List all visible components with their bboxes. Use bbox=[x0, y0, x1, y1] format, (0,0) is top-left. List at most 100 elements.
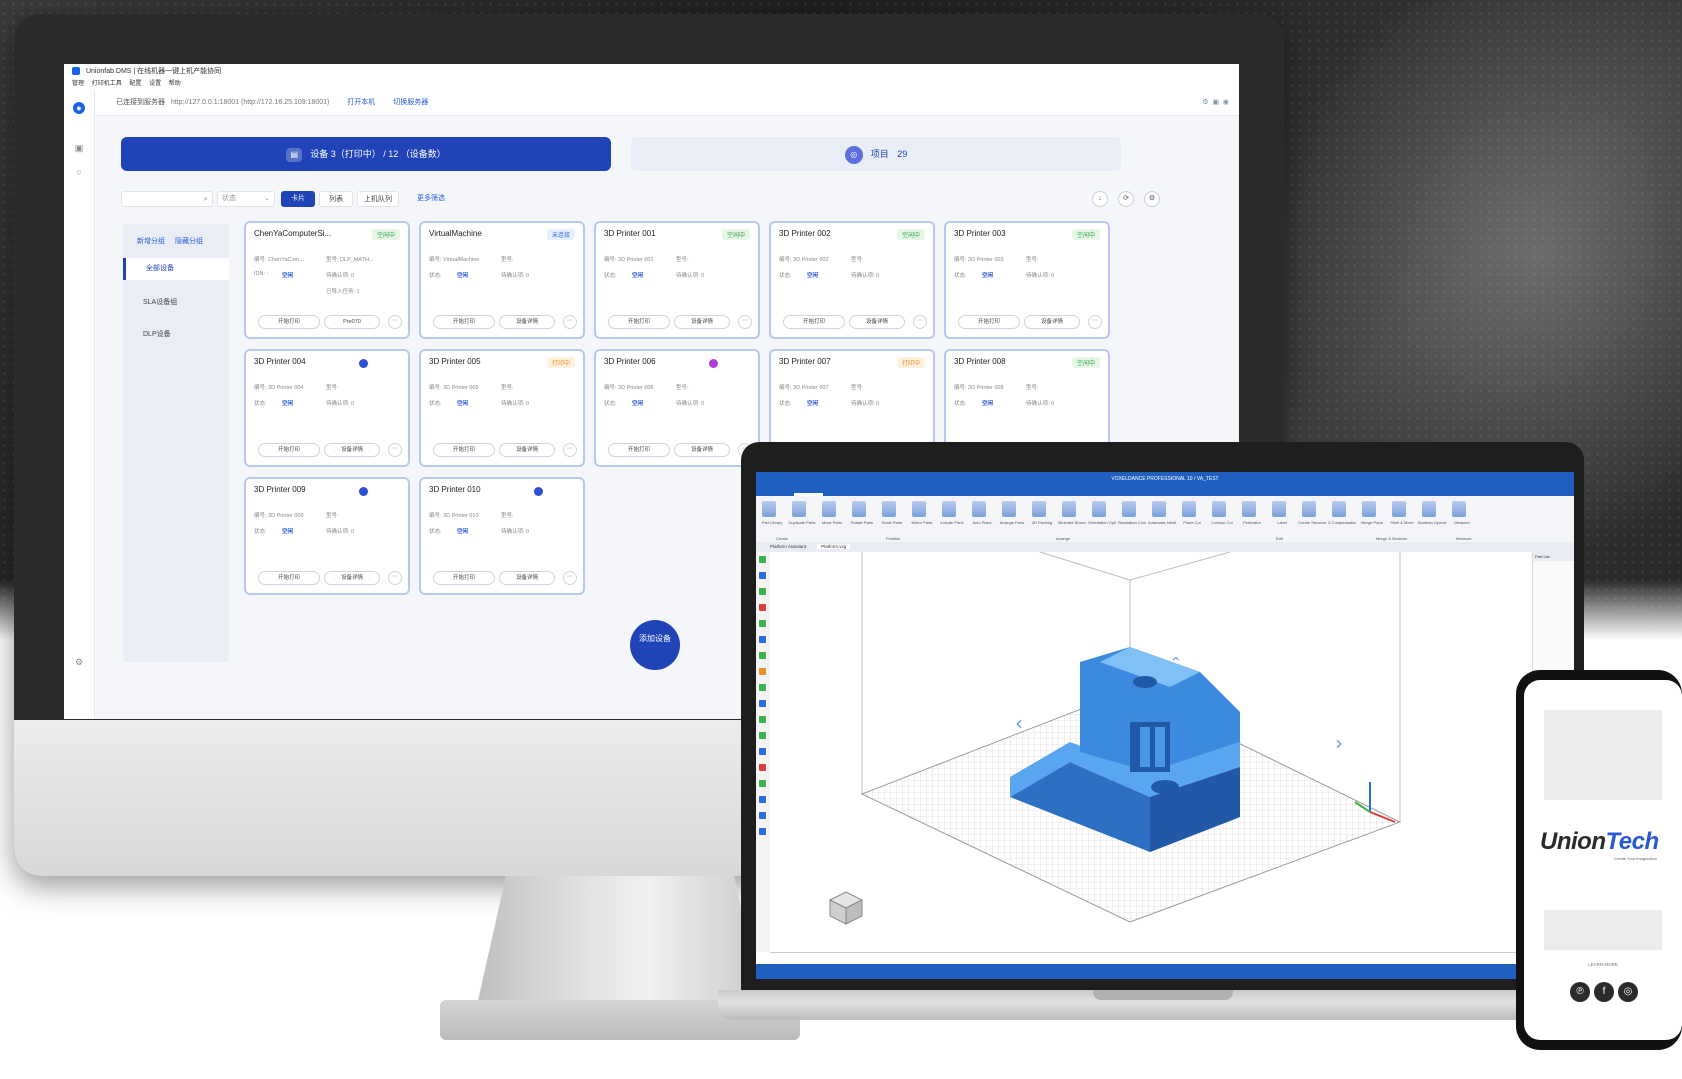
start-print-button[interactable]: 开始打印 bbox=[258, 571, 320, 585]
ribbon-button-icon[interactable] bbox=[1182, 501, 1196, 517]
more-options-icon[interactable]: ⋯ bbox=[1088, 315, 1102, 329]
ribbon-button-icon[interactable] bbox=[882, 501, 896, 517]
ribbon-button-icon[interactable] bbox=[942, 501, 956, 517]
device-detail-button[interactable]: 设备详情 bbox=[499, 571, 555, 585]
view-card-button[interactable]: 卡片 bbox=[281, 191, 315, 207]
start-print-button[interactable]: 开始打印 bbox=[433, 571, 495, 585]
ribbon-button-icon[interactable] bbox=[1392, 501, 1406, 517]
more-options-icon[interactable]: ⋯ bbox=[913, 315, 927, 329]
start-print-button[interactable]: 开始打印 bbox=[783, 315, 845, 329]
hide-group-link[interactable]: 隐藏分组 bbox=[175, 238, 203, 245]
device-detail-button[interactable]: 设备详情 bbox=[1024, 315, 1080, 329]
ribbon-button-icon[interactable] bbox=[1362, 501, 1376, 517]
ribbon-button-icon[interactable] bbox=[822, 501, 836, 517]
status-select[interactable]: 状态 ⌄ bbox=[217, 191, 275, 207]
more-options-icon[interactable]: ⋯ bbox=[563, 571, 577, 585]
online-queue-button[interactable]: 上机队列 bbox=[357, 191, 399, 207]
doc-tab[interactable]: Platform.vxg bbox=[817, 544, 851, 549]
tool-icon[interactable] bbox=[759, 764, 766, 771]
app-home-icon[interactable]: ● bbox=[73, 102, 85, 114]
ribbon-button-icon[interactable] bbox=[1272, 501, 1286, 517]
group-item-dlp[interactable]: DLP设备 bbox=[123, 324, 229, 346]
tool-icon[interactable] bbox=[759, 700, 766, 707]
device-card[interactable]: ChenYaComputerSi... 空闲中 编号: ChenYaCom... 型号… bbox=[244, 221, 410, 339]
learn-more-link[interactable]: LEARN MORE bbox=[1524, 962, 1682, 967]
tool-icon[interactable] bbox=[759, 636, 766, 643]
device-detail-button[interactable]: Pre070 bbox=[324, 315, 380, 329]
view-list-button[interactable]: 列表 bbox=[319, 191, 353, 207]
more-options-icon[interactable]: ⋯ bbox=[738, 315, 752, 329]
start-print-button[interactable]: 开始打印 bbox=[433, 315, 495, 329]
open-local-link[interactable]: 打开本机 bbox=[347, 99, 375, 106]
tab-projects[interactable]: ◎ 项目 29 bbox=[631, 137, 1121, 171]
tool-icon[interactable] bbox=[759, 668, 766, 675]
tool-icon[interactable] bbox=[759, 748, 766, 755]
device-card[interactable]: 3D Printer 004 编号: 3D Printer 004 型号: 状态: 空闲… bbox=[244, 349, 410, 467]
refresh-icon[interactable]: ⟳ bbox=[1118, 191, 1134, 207]
tool-icon[interactable] bbox=[759, 684, 766, 691]
add-group-link[interactable]: 新增分组 bbox=[137, 238, 165, 245]
device-detail-button[interactable]: 设备详情 bbox=[324, 443, 380, 457]
gear-icon[interactable]: ⚙ bbox=[73, 656, 85, 668]
download-icon[interactable]: ↓ bbox=[1092, 191, 1108, 207]
start-print-button[interactable]: 开始打印 bbox=[608, 315, 670, 329]
ribbon-button-icon[interactable] bbox=[852, 501, 866, 517]
device-card[interactable]: 3D Printer 005 打印中 编号: 3D Printer 005 型号: 状态… bbox=[419, 349, 585, 467]
ribbon-button-icon[interactable] bbox=[1152, 501, 1166, 517]
tool-icon[interactable] bbox=[759, 572, 766, 579]
device-detail-button[interactable]: 设备详情 bbox=[499, 315, 555, 329]
settings-circle-icon[interactable]: ⚙ bbox=[1144, 191, 1160, 207]
start-print-button[interactable]: 开始打印 bbox=[608, 443, 670, 457]
ribbon-button-icon[interactable] bbox=[912, 501, 926, 517]
device-detail-button[interactable]: 设备详情 bbox=[324, 571, 380, 585]
facebook-icon[interactable]: f bbox=[1594, 982, 1614, 1002]
device-detail-button[interactable]: 设备详情 bbox=[849, 315, 905, 329]
ribbon-button-icon[interactable] bbox=[762, 501, 776, 517]
switch-server-link[interactable]: 切换服务器 bbox=[393, 99, 428, 106]
ribbon-button-icon[interactable] bbox=[1452, 501, 1466, 517]
tool-icon[interactable] bbox=[759, 652, 766, 659]
more-options-icon[interactable]: ⋯ bbox=[388, 443, 402, 457]
ribbon-button-icon[interactable] bbox=[1422, 501, 1436, 517]
more-options-icon[interactable]: ⋯ bbox=[563, 315, 577, 329]
tool-icon[interactable] bbox=[759, 604, 766, 611]
ribbon-button-icon[interactable] bbox=[1062, 501, 1076, 517]
ribbon-button-icon[interactable] bbox=[1212, 501, 1226, 517]
ribbon-button-icon[interactable] bbox=[792, 501, 806, 517]
instagram-icon[interactable]: ◎ bbox=[1618, 982, 1638, 1002]
device-detail-button[interactable]: 设备详情 bbox=[674, 443, 730, 457]
ribbon-button-icon[interactable] bbox=[1302, 501, 1316, 517]
tool-icon[interactable] bbox=[759, 716, 766, 723]
tool-icon[interactable] bbox=[759, 828, 766, 835]
tool-icon[interactable] bbox=[759, 732, 766, 739]
menu-item[interactable]: 管理 bbox=[72, 81, 84, 87]
group-item-sla[interactable]: SLA设备组 bbox=[123, 292, 229, 314]
device-card[interactable]: 3D Printer 003 空闲中 编号: 3D Printer 003 型号: 状态… bbox=[944, 221, 1110, 339]
ribbon-button-icon[interactable] bbox=[1242, 501, 1256, 517]
menu-item[interactable]: 配置 bbox=[129, 81, 141, 87]
settings-icon[interactable]: ○ bbox=[73, 166, 85, 178]
start-print-button[interactable]: 开始打印 bbox=[433, 443, 495, 457]
group-item-all[interactable]: 全部设备 bbox=[123, 258, 229, 280]
doc-tab[interactable]: Platform Assistant bbox=[770, 544, 806, 549]
top-right-icons[interactable]: ⚙ ▣ ◉ bbox=[1202, 90, 1229, 116]
ribbon-button-icon[interactable] bbox=[1032, 501, 1046, 517]
ribbon-button-icon[interactable] bbox=[1002, 501, 1016, 517]
ribbon-button-icon[interactable] bbox=[1332, 501, 1346, 517]
start-print-button[interactable]: 开始打印 bbox=[258, 443, 320, 457]
tool-icon[interactable] bbox=[759, 556, 766, 563]
add-device-button[interactable]: 添加设备 bbox=[630, 620, 680, 670]
ribbon-button-icon[interactable] bbox=[972, 501, 986, 517]
3d-viewport[interactable]: ‹ › ⌃ bbox=[770, 552, 1532, 952]
device-card[interactable]: 3D Printer 001 空闲中 编号: 3D Printer 001 型号: 状态… bbox=[594, 221, 760, 339]
menu-item[interactable]: 帮助 bbox=[169, 81, 181, 87]
tab-devices[interactable]: ▤ 设备 3（打印中） / 12 （设备数） bbox=[121, 137, 611, 171]
tool-icon[interactable] bbox=[759, 780, 766, 787]
device-card[interactable]: 3D Printer 009 编号: 3D Printer 009 型号: 状态: 空闲… bbox=[244, 477, 410, 595]
device-detail-button[interactable]: 设备详情 bbox=[499, 443, 555, 457]
tool-icon[interactable] bbox=[759, 812, 766, 819]
devices-icon[interactable]: ▣ bbox=[73, 142, 85, 154]
pinterest-icon[interactable]: ℗ bbox=[1570, 982, 1590, 1002]
start-print-button[interactable]: 开始打印 bbox=[258, 315, 320, 329]
device-card[interactable]: VirtualMachine 未连接 编号: VirtualMachine 型号: 状态… bbox=[419, 221, 585, 339]
